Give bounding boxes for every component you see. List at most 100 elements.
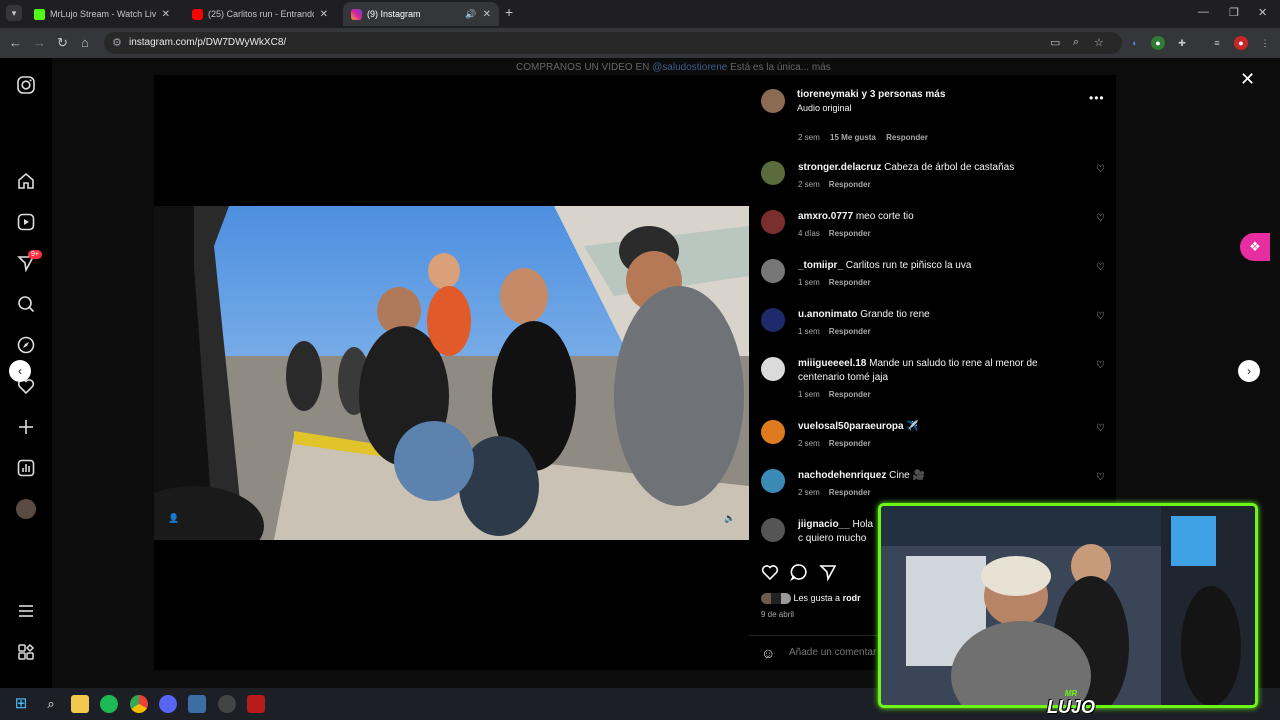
obs-icon[interactable] <box>218 695 236 713</box>
bookmark-star-icon[interactable]: ☆ <box>1094 36 1104 49</box>
reply-button[interactable]: Responder <box>829 229 871 238</box>
comment-avatar[interactable] <box>761 210 785 234</box>
mute-toggle-icon[interactable]: 🔈 <box>724 513 735 524</box>
comment-meta: 1 sem Responder <box>798 278 871 287</box>
post-audio[interactable]: Audio original <box>797 103 852 113</box>
extensions-puzzle-icon[interactable]: ✚ <box>1175 36 1189 50</box>
explore-compass-icon[interactable] <box>16 335 36 355</box>
voicemeeter-icon[interactable] <box>247 695 265 713</box>
spotify-icon[interactable] <box>100 695 118 713</box>
url-text[interactable]: instagram.com/p/DW7DWyWkXC8/ <box>129 37 286 48</box>
comment-avatar[interactable] <box>761 518 785 542</box>
comment-username[interactable]: _tomiipr_ <box>798 260 843 271</box>
chrome-icon[interactable] <box>130 695 148 713</box>
profile-avatar[interactable]: ● <box>1234 36 1248 50</box>
reply-button[interactable]: Responder <box>886 133 928 142</box>
reply-button[interactable]: Responder <box>829 278 871 287</box>
like-comment-icon[interactable]: ♡ <box>1096 164 1105 175</box>
close-icon[interactable]: ✕ <box>320 9 328 20</box>
comment-avatar[interactable] <box>761 308 785 332</box>
address-bar[interactable]: ⚙ instagram.com/p/DW7DWyWkXC8/ ▭ ⌕ ☆ <box>104 32 1122 54</box>
extension-audio-icon[interactable]: ◖ <box>1127 36 1141 50</box>
reply-button[interactable]: Responder <box>829 327 871 336</box>
menu-kebab-icon[interactable]: ⋮ <box>1258 36 1272 50</box>
close-icon[interactable]: ✕ <box>483 9 491 20</box>
dashboard-icon[interactable] <box>16 458 36 478</box>
discord-icon[interactable] <box>159 695 177 713</box>
zoom-icon[interactable]: ⌕ <box>1073 36 1079 49</box>
comment-avatar[interactable] <box>761 420 785 444</box>
back-icon[interactable]: ← <box>9 35 22 50</box>
reels-icon[interactable] <box>16 212 36 232</box>
tab-instagram[interactable]: (9) Instagram 🔊 ✕ <box>343 2 499 26</box>
post-author[interactable]: tioreneymaki y 3 personas más <box>797 89 945 100</box>
like-heart-icon[interactable] <box>760 562 780 582</box>
comment-username[interactable]: amxro.0777 <box>798 211 853 222</box>
more-menu-icon[interactable] <box>16 601 36 621</box>
comment-bubble-icon[interactable] <box>789 562 809 582</box>
app-icon[interactable] <box>188 695 206 713</box>
like-comment-icon[interactable]: ♡ <box>1096 360 1105 371</box>
post-video[interactable]: 👤 🔈 <box>154 206 749 540</box>
post-video-area[interactable]: 👤 🔈 <box>154 75 749 670</box>
caption-mention[interactable]: @saludostiorene <box>652 62 727 73</box>
comment-avatar[interactable] <box>761 259 785 283</box>
speaker-icon[interactable]: 🔊 <box>465 9 476 20</box>
liked-by-user[interactable]: rodr <box>843 593 861 603</box>
reply-button[interactable]: Responder <box>829 180 871 189</box>
floating-extension-icon[interactable]: ❖ <box>1240 233 1270 261</box>
more-options-icon[interactable]: ••• <box>1089 91 1105 105</box>
forward-icon[interactable]: → <box>33 35 46 50</box>
site-info-icon[interactable]: ⚙ <box>112 36 122 49</box>
cast-icon[interactable]: ▭ <box>1050 36 1060 49</box>
like-comment-icon[interactable]: ♡ <box>1096 311 1105 322</box>
like-comment-icon[interactable]: ♡ <box>1096 213 1105 224</box>
comment-avatar[interactable] <box>761 469 785 493</box>
home-icon[interactable]: ⌂ <box>81 35 89 50</box>
comment-username[interactable]: nachodehenriquez <box>798 470 886 481</box>
reload-icon[interactable]: ↻ <box>57 35 68 51</box>
comment-username[interactable]: stronger.delacruz <box>798 162 881 173</box>
previous-post-button[interactable]: ‹ <box>9 360 31 382</box>
tab-search-icon[interactable]: ▾ <box>6 5 22 21</box>
close-post-icon[interactable]: ✕ <box>1240 69 1255 90</box>
comment-avatar[interactable] <box>761 161 785 185</box>
close-icon[interactable]: ✕ <box>162 9 170 20</box>
reading-list-icon[interactable]: ≡ <box>1210 36 1224 50</box>
tab-youtube-video[interactable]: (25) Carlitos run - Entrando pa ✕ <box>184 2 336 26</box>
window-close-icon[interactable]: ✕ <box>1258 6 1267 19</box>
search-icon[interactable] <box>16 294 36 314</box>
comment-username[interactable]: miiigueeeel.18 <box>798 358 866 369</box>
search-icon[interactable]: ⌕ <box>42 695 60 713</box>
home-icon[interactable] <box>16 171 36 191</box>
profile-avatar[interactable] <box>16 499 36 519</box>
minimize-icon[interactable]: — <box>1198 6 1209 18</box>
like-comment-icon[interactable]: ♡ <box>1096 423 1105 434</box>
also-from-meta-icon[interactable] <box>16 642 36 662</box>
next-post-button[interactable]: › <box>1238 360 1260 382</box>
like-comment-icon[interactable]: ♡ <box>1096 262 1105 273</box>
reply-button[interactable]: Responder <box>829 439 871 448</box>
comment-body: Grande tio rene <box>860 309 930 320</box>
extension-shield-icon[interactable]: ● <box>1151 36 1165 50</box>
new-tab-button[interactable]: + <box>505 4 513 20</box>
reply-button[interactable]: Responder <box>829 390 871 399</box>
comment-username[interactable]: vuelosal50paraeuropa <box>798 421 904 432</box>
file-explorer-icon[interactable] <box>71 695 89 713</box>
caption-more-link[interactable]: más <box>812 62 831 73</box>
emoji-icon[interactable]: ☺ <box>761 645 775 661</box>
restore-icon[interactable]: ❐ <box>1229 6 1239 19</box>
instagram-logo-icon[interactable] <box>16 75 36 95</box>
comment-username[interactable]: u.anonimato <box>798 309 857 320</box>
like-comment-icon[interactable]: ♡ <box>1096 472 1105 483</box>
windows-start-icon[interactable]: ⊞ <box>12 695 30 713</box>
share-icon[interactable] <box>818 562 838 582</box>
reply-button[interactable]: Responder <box>829 488 871 497</box>
tagged-users-icon[interactable]: 👤 <box>168 513 179 524</box>
create-plus-icon[interactable] <box>16 417 36 437</box>
comment-username[interactable]: jiignacio__ <box>798 519 850 530</box>
comment-avatar[interactable] <box>761 357 785 381</box>
comment-likes[interactable]: 15 Me gusta <box>830 133 876 142</box>
tab-mrlujo-stream[interactable]: MrLujo Stream - Watch Live on ✕ <box>26 2 178 26</box>
author-avatar[interactable] <box>761 89 785 113</box>
